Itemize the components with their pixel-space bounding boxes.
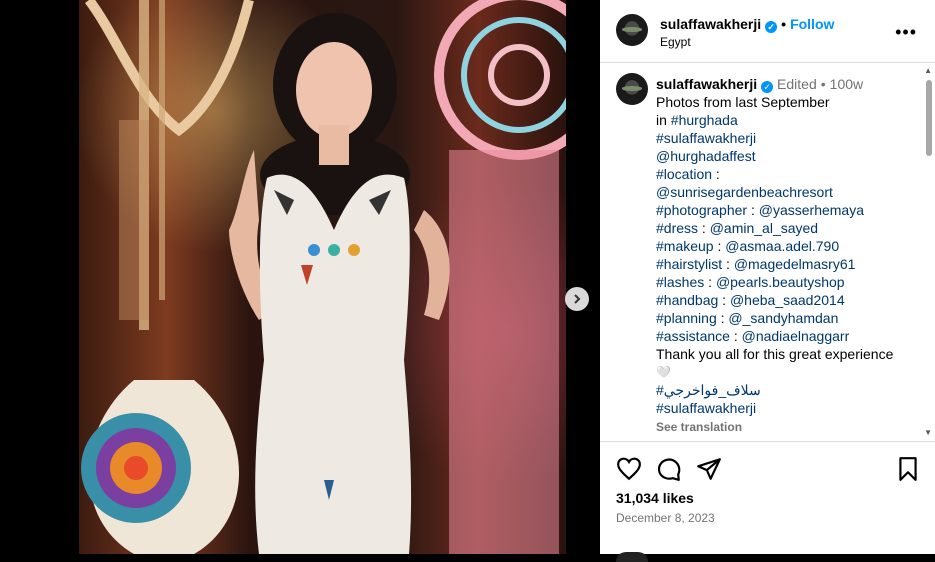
thanks-text: Thank you all for this great experience <box>656 346 894 362</box>
hashtag-link[interactable]: #hurghada <box>671 112 738 128</box>
mention-link[interactable]: @asmaa.adel.790 <box>725 238 839 254</box>
caption-avatar[interactable] <box>616 73 648 105</box>
hashtag-link[interactable]: #سلاف_فواخرجي <box>656 381 911 399</box>
comment-icon[interactable] <box>656 456 682 482</box>
post-photo[interactable] <box>79 0 566 554</box>
mention-link[interactable]: @hurghadaffest <box>656 147 911 165</box>
meta-dot: • <box>820 76 826 92</box>
credit-rows: #photographer : @yasserhemaya #dress : @a… <box>656 201 911 345</box>
separator: : <box>712 166 720 182</box>
header-username-row: sulaffawakherji ✓ • Follow <box>660 16 834 33</box>
mention-link[interactable]: @magedelmasry61 <box>734 256 856 272</box>
caption-time[interactable]: 100w <box>830 76 863 92</box>
heart-emoji: 🤍 <box>656 365 671 379</box>
caption: sulaffawakherji ✓ Edited • 100w Photos from… <box>656 75 911 436</box>
caption-scroll-area[interactable]: sulaffawakherji ✓ Edited • 100w Photos from… <box>600 63 935 441</box>
caption-username[interactable]: sulaffawakherji <box>656 76 757 92</box>
share-icon[interactable] <box>696 456 722 482</box>
avatar[interactable] <box>616 14 648 46</box>
post-media <box>0 0 600 554</box>
mention-link[interactable]: @amin_al_sayed <box>710 220 818 236</box>
credit-row: #dress : @amin_al_sayed <box>656 220 819 236</box>
chevron-right-icon <box>574 294 581 304</box>
credit-row: #photographer : @yasserhemaya <box>656 202 865 218</box>
mention-link[interactable]: @_sandyhamdan <box>728 310 838 326</box>
credit-row: #lashes : @pearls.beautyshop <box>656 274 845 290</box>
mention-link[interactable]: @pearls.beautyshop <box>716 274 845 290</box>
post-details-panel: sulaffawakherji ✓ • Follow Egypt ••• sulaff… <box>600 0 935 562</box>
header-username[interactable]: sulaffawakherji <box>660 16 761 32</box>
mention-link[interactable]: @nadiaelnaggarr <box>742 328 850 344</box>
photo-illustration <box>81 0 566 554</box>
caption-location-row: #location : <box>656 165 911 183</box>
scrollbar-thumb[interactable] <box>926 80 932 156</box>
follow-button[interactable]: Follow <box>790 16 834 32</box>
post-actions: 31,034 likes December 8, 2023 <box>600 441 935 562</box>
separator-dot: • <box>781 16 787 32</box>
next-photo-button[interactable] <box>565 287 589 311</box>
scroll-up-icon[interactable]: ▲ <box>924 66 932 75</box>
credit-row: #handbag : @heba_saad2014 <box>656 292 845 308</box>
hashtag-link[interactable]: #photographer <box>656 202 747 218</box>
mention-link[interactable]: @heba_saad2014 <box>730 292 845 308</box>
hashtag-link[interactable]: #makeup <box>656 238 714 254</box>
credit-row: #makeup : @asmaa.adel.790 <box>656 238 840 254</box>
hashtag-link[interactable]: #sulaffawakherji <box>656 129 911 147</box>
verified-badge-icon: ✓ <box>765 21 778 33</box>
hashtag-link[interactable]: #dress <box>656 220 698 236</box>
credit-row: #hairstylist : @magedelmasry61 <box>656 256 856 272</box>
mention-link[interactable]: @sunrisegardenbeachresort <box>656 183 911 201</box>
in-word: in <box>656 112 671 128</box>
caption-line-in: in #hurghada <box>656 111 911 129</box>
bookmark-icon[interactable] <box>895 456 921 482</box>
edited-label: Edited <box>777 76 817 92</box>
scroll-down-icon[interactable]: ▼ <box>924 428 932 437</box>
caption-line: Photos from last September <box>656 94 830 110</box>
see-translation-link[interactable]: See translation <box>656 418 911 436</box>
caption-header: sulaffawakherji ✓ Edited • 100w <box>656 75 911 93</box>
post-date: December 8, 2023 <box>616 511 715 525</box>
hashtag-link[interactable]: #planning <box>656 310 717 326</box>
hashtag-link[interactable]: #location <box>656 166 712 182</box>
hashtag-link[interactable]: #lashes <box>656 274 704 290</box>
hashtag-link[interactable]: #handbag <box>656 292 718 308</box>
hashtag-link[interactable]: #hairstylist <box>656 256 722 272</box>
hashtag-link[interactable]: #assistance <box>656 328 730 344</box>
credit-row: #planning : @_sandyhamdan <box>656 310 839 326</box>
verified-badge-icon: ✓ <box>761 81 774 93</box>
credit-row: #assistance : @nadiaelnaggarr <box>656 328 850 344</box>
like-heart-icon[interactable] <box>616 456 642 482</box>
hashtag-link[interactable]: #sulaffawakherji <box>656 399 911 417</box>
post-header: sulaffawakherji ✓ • Follow Egypt ••• <box>600 0 935 63</box>
location-link[interactable]: Egypt <box>660 35 691 49</box>
likes-count[interactable]: 31,034 likes <box>616 490 694 506</box>
more-options-icon[interactable]: ••• <box>895 22 917 43</box>
mention-link[interactable]: @yasserhemaya <box>759 202 864 218</box>
